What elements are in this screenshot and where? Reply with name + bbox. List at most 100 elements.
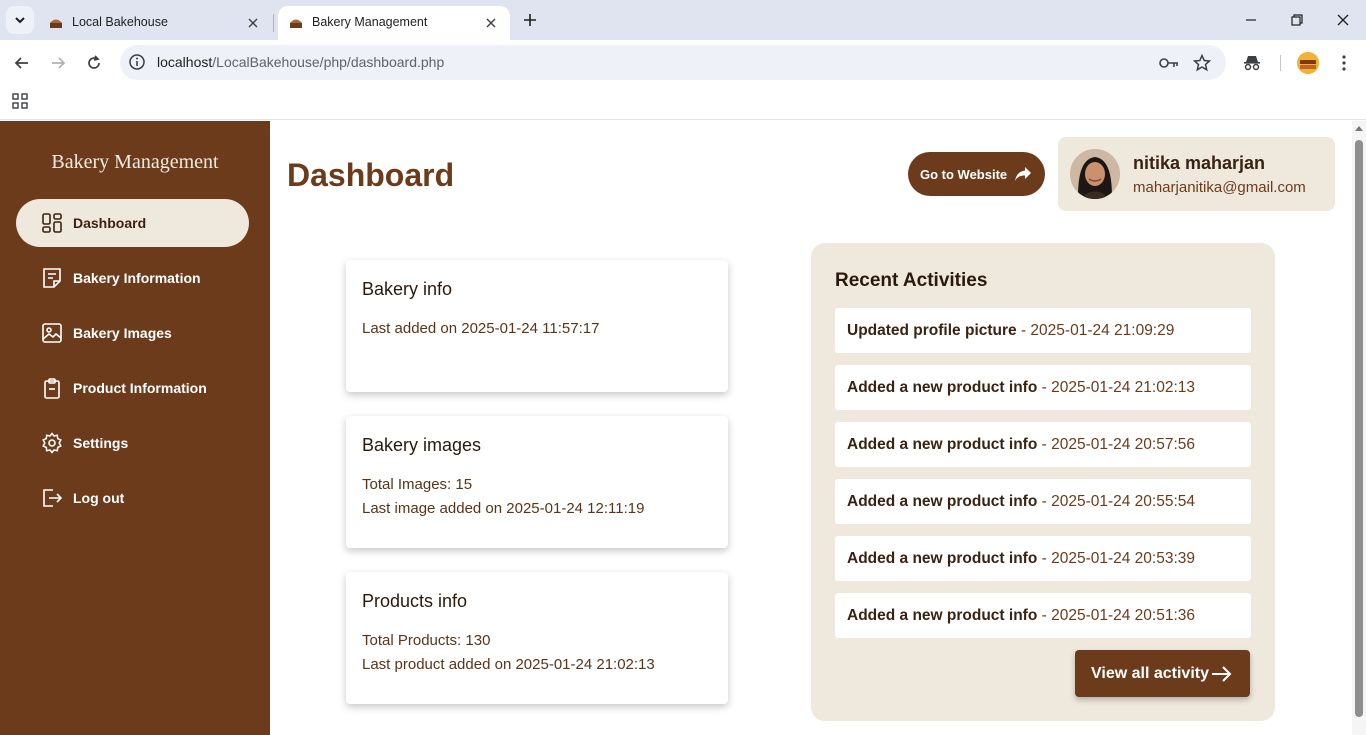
card-line: Total Images: 15 [362, 476, 473, 493]
sidebar: Bakery Management Dashboard Bakery Infor… [0, 121, 270, 735]
activity-time: - 2025-01-24 21:09:29 [1016, 322, 1175, 339]
plus-icon [524, 14, 536, 26]
sidebar-item-bakery-information[interactable]: Bakery Information [16, 254, 249, 302]
back-button[interactable] [10, 51, 34, 75]
close-icon [1337, 14, 1349, 26]
view-all-label: View all activity [1091, 665, 1209, 682]
close-window-button[interactable] [1331, 8, 1355, 32]
tab-divider [273, 14, 274, 32]
sidebar-item-label: Bakery Information [73, 270, 201, 286]
restore-button[interactable] [1285, 8, 1309, 32]
profile-avatar[interactable] [1297, 52, 1319, 74]
chevron-down-icon [15, 17, 25, 24]
go-to-website-button[interactable]: Go to Website [908, 152, 1045, 196]
user-profile-card[interactable]: nitika maharjan maharjanitika@gmail.com [1058, 137, 1335, 211]
activity-action: Added a new product info [847, 550, 1038, 567]
activity-action: Updated profile picture [847, 322, 1017, 339]
bakery-info-card: Bakery info Last added on 2025-01-24 11:… [346, 260, 728, 392]
gear-icon [42, 432, 62, 454]
url-path: /LocalBakehouse/php/dashboard.php [212, 54, 445, 70]
arrow-right-icon [52, 57, 66, 69]
activity-text: Added a new product info - 2025-01-24 20… [847, 550, 1195, 568]
sidebar-item-label: Settings [73, 435, 129, 451]
sidebar-item-label: Product Information [73, 380, 207, 396]
activity-action: Added a new product info [847, 607, 1038, 624]
activity-time: - 2025-01-24 20:51:36 [1037, 607, 1196, 624]
close-tab-icon[interactable] [244, 14, 262, 32]
sidebar-item-product-information[interactable]: Product Information [16, 364, 249, 412]
sidebar-item-dashboard[interactable]: Dashboard [16, 199, 249, 247]
share-arrow-icon [1015, 167, 1031, 181]
scroll-thumb[interactable] [1355, 140, 1363, 717]
card-title: Bakery info [362, 279, 453, 299]
card-title: Bakery images [362, 435, 482, 455]
sidebar-brand: Bakery Management [51, 151, 219, 173]
activity-action: Added a new product info [847, 493, 1038, 510]
user-email: maharjanitika@gmail.com [1133, 179, 1306, 196]
sidebar-item-label: Dashboard [73, 215, 147, 231]
page-scrollbar[interactable] [1352, 121, 1366, 735]
browser-tab-strip: Local Bakehouse Bakery Management [0, 0, 1366, 40]
activity-item: Added a new product info - 2025-01-24 20… [835, 536, 1251, 581]
logout-icon [43, 489, 63, 507]
activity-text: Added a new product info - 2025-01-24 20… [847, 607, 1195, 625]
card-line: Total Products: 130 [362, 632, 491, 649]
password-key-icon[interactable] [1159, 53, 1179, 73]
view-all-activity-button[interactable]: View all activity [1075, 650, 1250, 697]
close-tab-icon[interactable] [482, 14, 500, 32]
tab-title: Local Bakehouse [72, 15, 168, 29]
site-info-icon[interactable] [128, 53, 146, 71]
sidebar-item-settings[interactable]: Settings [16, 419, 249, 467]
activity-item: Added a new product info - 2025-01-24 20… [835, 479, 1251, 524]
sidebar-item-label: Log out [73, 490, 125, 506]
spy-icon [1244, 56, 1260, 71]
sidebar-item-bakery-images[interactable]: Bakery Images [16, 309, 249, 357]
url-host: localhost [157, 54, 213, 70]
activity-text: Added a new product info - 2025-01-24 21… [847, 379, 1195, 397]
activity-item: Added a new product info - 2025-01-24 21… [835, 365, 1251, 410]
restore-icon [1291, 14, 1303, 26]
card-line: Last image added on 2025-01-24 12:11:19 [362, 500, 645, 517]
image-icon [42, 323, 62, 343]
bookmark-star-icon[interactable] [1192, 53, 1212, 73]
activity-time: - 2025-01-24 20:57:56 [1037, 436, 1196, 453]
activity-item: Added a new product info - 2025-01-24 20… [835, 593, 1251, 638]
dashboard-page: Bakery Management Dashboard Bakery Infor… [0, 121, 1366, 735]
products-info-card: Products info Total Products: 130 Last p… [346, 572, 728, 704]
new-tab-button[interactable] [518, 8, 542, 32]
activity-item: Added a new product info - 2025-01-24 20… [835, 422, 1251, 467]
dashboard-icon [42, 213, 62, 233]
activity-action: Added a new product info [847, 436, 1038, 453]
browser-toolbar: localhost/LocalBakehouse/php/dashboard.p… [0, 40, 1366, 86]
more-vertical-icon [1342, 55, 1346, 71]
arrow-left-icon [14, 57, 28, 69]
minimize-button[interactable] [1239, 8, 1263, 32]
activity-action: Added a new product info [847, 379, 1038, 396]
scroll-up-arrow-icon[interactable] [1355, 124, 1363, 132]
arrow-right-icon [1212, 666, 1232, 682]
document-icon [43, 268, 61, 288]
sidebar-item-log-out[interactable]: Log out [16, 474, 249, 522]
bakery-favicon-icon [50, 19, 62, 28]
tab-local-bakehouse[interactable]: Local Bakehouse [38, 6, 272, 40]
recent-activities-title: Recent Activities [835, 270, 988, 291]
incognito-extension-button[interactable] [1240, 51, 1264, 75]
page-title: Dashboard [287, 157, 455, 193]
toolbar-divider [1280, 55, 1281, 71]
reload-button[interactable] [82, 51, 106, 75]
tab-search-button[interactable] [6, 6, 34, 34]
url-text: localhost/LocalBakehouse/php/dashboard.p… [157, 54, 444, 70]
card-line: Last added on 2025-01-24 11:57:17 [362, 320, 600, 337]
address-bar[interactable]: localhost/LocalBakehouse/php/dashboard.p… [120, 45, 1226, 80]
bakery-favicon-icon [290, 19, 302, 28]
activity-text: Added a new product info - 2025-01-24 20… [847, 493, 1195, 511]
apps-grid-icon[interactable] [11, 92, 29, 110]
activity-time: - 2025-01-24 21:02:13 [1037, 379, 1196, 396]
clipboard-icon [44, 378, 60, 399]
browser-menu-button[interactable] [1332, 51, 1356, 75]
tab-bakery-management[interactable]: Bakery Management [278, 6, 510, 40]
activity-time: - 2025-01-24 20:53:39 [1037, 550, 1196, 567]
activity-time: - 2025-01-24 20:55:54 [1037, 493, 1196, 510]
recent-activities-panel: Recent Activities Updated profile pictur… [811, 243, 1275, 721]
forward-button[interactable] [46, 51, 70, 75]
